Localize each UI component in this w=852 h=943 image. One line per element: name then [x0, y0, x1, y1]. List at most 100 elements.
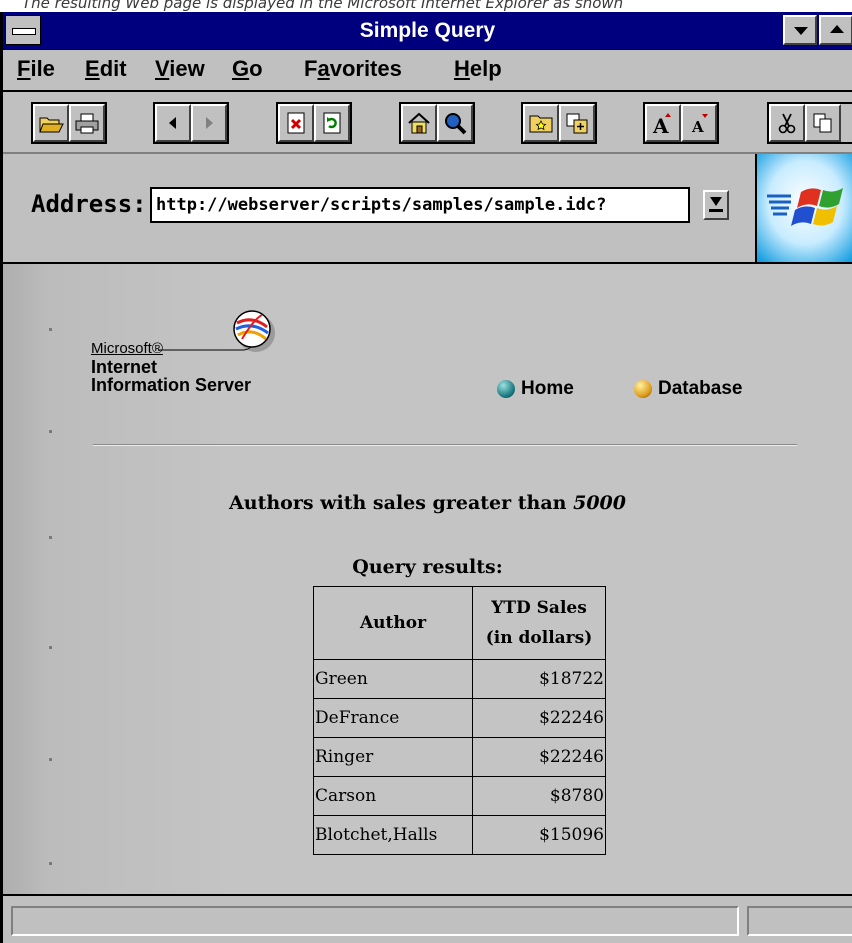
forward-icon [206, 117, 213, 129]
back-button[interactable] [155, 104, 191, 142]
copy-icon [813, 113, 832, 133]
address-label: Address: [31, 190, 147, 218]
sales-cell: $22246 [472, 737, 606, 777]
table-row: Ringer $22246 [313, 737, 606, 777]
author-cell: Carson [313, 776, 473, 816]
windows-flag-icon [757, 154, 852, 262]
toolbar-group-page [276, 102, 352, 144]
smaller-font-icon: A [691, 114, 708, 136]
open-button[interactable] [33, 104, 69, 142]
toolbar-group-file [31, 102, 107, 144]
table-header-row: Author YTD Sales (in dollars) [313, 586, 606, 660]
author-cell: Blotchet,Halls [313, 815, 473, 855]
results-title: Query results: [352, 556, 503, 578]
sales-cell: $8780 [472, 776, 606, 816]
menu-view[interactable]: View [155, 50, 205, 88]
forward-button[interactable] [191, 104, 227, 142]
nav-home-label: Home [521, 378, 574, 399]
search-icon [445, 113, 467, 135]
menu-fav-rest: vorites [329, 56, 402, 81]
system-menu-button[interactable] [5, 15, 41, 45]
title-bar: Simple Query [3, 12, 852, 50]
dropdown-arrow-icon [710, 197, 722, 206]
results-table: Author YTD Sales (in dollars) Green $187… [313, 586, 606, 855]
windows-logo [755, 154, 852, 262]
smaller-font-button[interactable]: A [681, 104, 717, 142]
home-ball-icon [497, 380, 515, 398]
menu-fav-a: F [304, 56, 318, 81]
svg-text:A: A [691, 118, 704, 136]
nav-database-link[interactable]: Database [634, 378, 743, 400]
divider [93, 444, 797, 446]
menu-help-rest: elp [469, 56, 502, 81]
favorites-button[interactable] [523, 104, 559, 142]
larger-font-icon: A [652, 113, 671, 136]
refresh-button[interactable] [314, 104, 350, 142]
maximize-button[interactable] [819, 15, 852, 45]
sales-cell: $22246 [472, 698, 606, 738]
author-cell: DeFrance [313, 698, 473, 738]
print-button[interactable] [69, 104, 105, 142]
menu-file[interactable]: File [17, 50, 55, 88]
refresh-icon [323, 112, 341, 134]
brand-information-server: Information Server [91, 375, 252, 395]
home-icon [408, 112, 430, 134]
menu-bar: File Edit View Go Favorites Help [3, 50, 852, 92]
window-title: Simple Query [359, 19, 496, 42]
iis-logo-icon [158, 310, 275, 352]
bullet-dot [49, 758, 52, 761]
table-row: Carson $8780 [313, 776, 606, 816]
status-panel-secondary [747, 906, 852, 936]
sales-cell: $18722 [472, 659, 606, 699]
favorites-icon [529, 115, 553, 133]
search-button[interactable] [437, 104, 473, 142]
menu-go[interactable]: Go [232, 50, 263, 88]
stop-button[interactable] [278, 104, 314, 142]
bullet-dot [49, 536, 52, 539]
toolbar-group-favorites [521, 102, 597, 144]
browser-window: Simple Query File Edit View Go Favorites… [0, 12, 852, 943]
database-ball-icon [634, 380, 652, 398]
bullet-dot [49, 430, 52, 433]
nav-home-link[interactable]: Home [497, 378, 574, 400]
address-dropdown-button[interactable] [703, 190, 729, 220]
heading-prefix: Authors with sales greater than [229, 492, 567, 514]
cut-button[interactable] [769, 104, 805, 142]
toolbar-group-home [399, 102, 475, 144]
bullet-dot [49, 328, 52, 331]
menu-favorites[interactable]: Favorites [304, 50, 402, 88]
address-input[interactable]: http://webserver/scripts/samples/sample.… [150, 187, 690, 223]
maximize-icon [830, 25, 844, 33]
copy-button[interactable] [805, 104, 841, 142]
menu-view-rest: iew [169, 56, 205, 81]
table-row: DeFrance $22246 [313, 698, 606, 738]
cut-icon [778, 113, 796, 134]
header-ytd-line1: YTD Sales [491, 598, 587, 618]
author-cell: Ringer [313, 737, 473, 777]
query-heading: Authors with sales greater than 5000 [3, 492, 852, 514]
minimize-button[interactable] [783, 15, 817, 45]
table-row: Green $18722 [313, 659, 606, 699]
table-row: Blotchet,Halls $15096 [313, 815, 606, 855]
open-icon [39, 117, 64, 133]
back-icon [169, 117, 176, 129]
home-button[interactable] [401, 104, 437, 142]
add-favorite-icon [566, 113, 588, 134]
bullet-dot [49, 862, 52, 865]
heading-value: 5000 [573, 492, 626, 514]
menu-help[interactable]: Help [454, 50, 502, 88]
toolbar-group-edit [767, 102, 852, 144]
add-favorite-button[interactable] [559, 104, 595, 142]
nav-database-label: Database [658, 378, 743, 399]
status-panel-main [11, 906, 739, 936]
author-cell: Green [313, 659, 473, 699]
brand-internet: Internet [91, 357, 158, 377]
larger-font-button[interactable]: A [645, 104, 681, 142]
stop-icon [287, 112, 305, 134]
menu-edit[interactable]: Edit [85, 50, 127, 88]
menu-edit-rest: dit [99, 56, 127, 81]
menu-go-rest: o [249, 56, 263, 81]
sales-cell: $15096 [472, 815, 606, 855]
header-author: Author [313, 586, 473, 660]
page-content: Microsoft® Internet Information Server H… [3, 264, 852, 894]
